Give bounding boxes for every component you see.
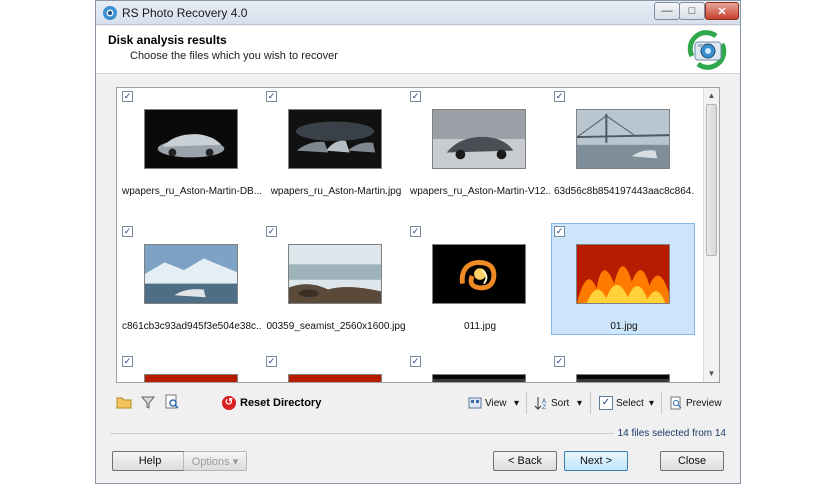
file-checkbox[interactable]: ✓ (122, 356, 133, 367)
main-window: RS Photo Recovery 4.0 — □ ✕ Disk analysi… (95, 0, 741, 484)
app-camera-icon (103, 6, 117, 20)
maximize-button[interactable]: □ (679, 2, 705, 20)
view-button[interactable]: View (468, 393, 507, 413)
file-thumbnail-tile[interactable]: ✓ wpapers_ru_Aston-Martin-DB... (119, 88, 263, 200)
file-thumbnail-image (576, 374, 670, 382)
reset-directory-button[interactable]: ↺ Reset Directory (222, 394, 321, 412)
file-thumbnail-tile[interactable]: ✓ 00359_seamist_2560x1600.jpg (263, 223, 407, 335)
file-checkbox[interactable]: ✓ (554, 91, 565, 102)
reset-directory-label: Reset Directory (240, 397, 322, 409)
camera-recovery-logo-icon (687, 30, 727, 70)
file-checkbox[interactable]: ✓ (266, 91, 277, 102)
view-grid-icon (468, 397, 482, 409)
file-thumbnail-tile[interactable]: ✓ (263, 353, 407, 382)
file-checkbox[interactable]: ✓ (410, 356, 421, 367)
file-thumbnail-tile[interactable]: ✓ (119, 353, 263, 382)
reset-icon: ↺ (222, 396, 236, 410)
file-thumbnail-image (576, 244, 670, 304)
file-checkbox[interactable]: ✓ (410, 91, 421, 102)
scroll-up-arrow-icon[interactable]: ▲ (704, 88, 719, 104)
file-name-label: wpapers_ru_Aston-Martin-DB... (122, 186, 262, 197)
preview-label: Preview (686, 397, 722, 409)
folder-icon[interactable] (116, 394, 132, 410)
select-dropdown-arrow[interactable]: ▾ (649, 393, 654, 413)
scroll-down-arrow-icon[interactable]: ▼ (704, 366, 719, 382)
vertical-scrollbar[interactable]: ▲ ▼ (703, 88, 719, 382)
file-name-label: c861cb3c93ad945f3e504e38c... (122, 321, 262, 332)
toolbar-divider (661, 392, 662, 414)
file-thumbnail-image (144, 109, 238, 169)
sort-label: Sort (551, 397, 570, 409)
file-thumbnail-tile[interactable]: ✓ 01.jpg (551, 223, 695, 335)
sort-dropdown-arrow[interactable]: ▾ (577, 393, 582, 413)
title-bar: RS Photo Recovery 4.0 — □ ✕ (96, 1, 740, 25)
filter-icon[interactable] (140, 394, 156, 410)
scroll-thumb[interactable] (706, 104, 717, 256)
file-checkbox[interactable]: ✓ (554, 356, 565, 367)
file-thumbnail-image (576, 109, 670, 169)
file-thumbnail-tile[interactable]: ✓ 011.jpg (407, 223, 551, 335)
select-button[interactable]: ✓ Select (599, 393, 644, 413)
preview-button[interactable]: Preview (669, 393, 722, 413)
view-label: View (485, 397, 507, 409)
file-thumbnail-tile[interactable]: ✓ wpapers_ru_Aston-Martin.jpg (263, 88, 407, 200)
svg-text:Z: Z (542, 404, 546, 410)
search-file-icon[interactable] (164, 394, 180, 410)
file-name-label: wpapers_ru_Aston-Martin.jpg (270, 186, 402, 197)
select-label: Select (616, 397, 644, 409)
view-dropdown-arrow[interactable]: ▾ (514, 393, 519, 413)
file-thumbnail-tile[interactable]: ✓ (407, 353, 551, 382)
file-thumbnail-image (432, 244, 526, 304)
toolbar-divider (526, 392, 527, 414)
back-button[interactable]: < Back (493, 451, 557, 471)
close-button[interactable]: Close (660, 451, 724, 471)
file-thumbnail-image (144, 244, 238, 304)
file-name-label: 011.jpg (463, 321, 497, 332)
file-thumbnail-image (288, 374, 382, 382)
page-subtitle: Choose the files which you wish to recov… (130, 50, 338, 62)
minimize-button[interactable]: — (654, 2, 680, 20)
sort-button[interactable]: A Z Sort (534, 393, 569, 413)
wizard-header: Disk analysis results Choose the files w… (96, 26, 740, 74)
file-thumbnail-tile[interactable]: ✓ c861cb3c93ad945f3e504e38c... (119, 223, 263, 335)
page-title: Disk analysis results (108, 33, 227, 47)
file-thumbnail-tile[interactable]: ✓ (551, 353, 695, 382)
grid-toolbar: ↺ Reset Directory View ▾ A Z Sort ▾ ✓ Se… (96, 389, 740, 417)
file-thumbnail-image (432, 374, 526, 382)
close-window-button[interactable]: ✕ (705, 2, 739, 20)
file-name-label: wpapers_ru_Aston-Martin-V12... (410, 186, 550, 197)
help-button[interactable]: Help (112, 451, 188, 471)
file-name-label: 63d56c8b854197443aac8c864... (554, 186, 694, 197)
file-checkbox[interactable]: ✓ (122, 226, 133, 237)
file-thumbnail-tile[interactable]: ✓ 63d56c8b854197443aac8c864... (551, 88, 695, 200)
file-checkbox[interactable]: ✓ (410, 226, 421, 237)
select-checkbox-icon: ✓ (599, 396, 613, 410)
file-checkbox[interactable]: ✓ (266, 356, 277, 367)
file-thumbnail-image (432, 109, 526, 169)
window-title: RS Photo Recovery 4.0 (122, 6, 248, 20)
next-button[interactable]: Next > (564, 451, 628, 471)
file-name-label: 01.jpg (610, 321, 638, 332)
file-thumbnail-image (144, 374, 238, 382)
toolbar-divider (590, 392, 591, 414)
file-checkbox[interactable]: ✓ (554, 226, 565, 237)
file-checkbox[interactable]: ✓ (122, 91, 133, 102)
selection-status: 14 files selected from 14 (613, 428, 726, 439)
file-checkbox[interactable]: ✓ (266, 226, 277, 237)
file-thumbnail-grid[interactable]: ✓ wpapers_ru_Aston-Martin-DB... ✓ wpapers_r… (116, 87, 720, 383)
options-button[interactable]: Options ▾ (183, 451, 247, 471)
preview-icon (670, 396, 682, 410)
file-thumbnail-image (288, 244, 382, 304)
file-thumbnail-image (288, 109, 382, 169)
file-thumbnail-tile[interactable]: ✓ wpapers_ru_Aston-Martin-V12... (407, 88, 551, 200)
file-name-label: 00359_seamist_2560x1600.jpg (266, 321, 406, 332)
sort-icon: A Z (534, 397, 547, 410)
